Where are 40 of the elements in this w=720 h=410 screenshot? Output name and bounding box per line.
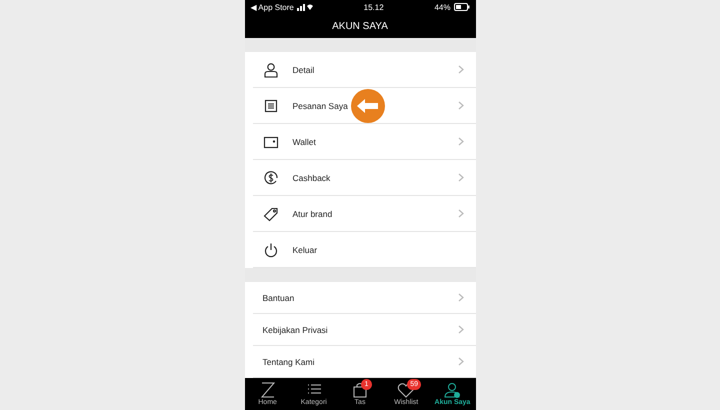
menu-label: Atur brand: [292, 208, 334, 218]
chevron-icon: [458, 357, 464, 366]
menu-item[interactable]: Wallet: [252, 124, 476, 160]
menu-item[interactable]: Keluar: [252, 232, 476, 268]
person-icon: [262, 62, 278, 78]
menu-label: Bantuan: [262, 292, 296, 302]
document-icon: [262, 98, 278, 114]
menu-item[interactable]: Atur brand: [252, 196, 476, 232]
menu-label: Detail: [292, 64, 316, 74]
arrow-pointer-icon: [350, 89, 384, 123]
menu-item[interactable]: Cashback: [252, 160, 476, 196]
menu-label: Tentang Kami: [262, 356, 316, 366]
battery-icon: [454, 3, 470, 11]
chevron-icon: [458, 101, 464, 110]
chevron-icon: [458, 209, 464, 218]
menu-label: Cashback: [292, 172, 332, 182]
chevron-icon: [458, 137, 464, 146]
bag-icon: [351, 382, 369, 398]
battery-percent: 44%: [434, 2, 450, 12]
status-time: 15.12: [362, 2, 385, 12]
signal-icon: [296, 3, 313, 11]
tag-icon: [262, 206, 278, 222]
menu-item[interactable]: Detail: [252, 52, 476, 88]
dollar-icon: [262, 170, 278, 186]
power-icon: [262, 242, 278, 258]
carrier-label: ◀ App Store: [250, 2, 294, 12]
menu-item[interactable]: Pesanan Saya: [252, 88, 476, 124]
menu-item[interactable]: Bantuan: [252, 282, 476, 314]
chevron-icon: [458, 173, 464, 182]
person-icon: [443, 382, 462, 398]
menu-item[interactable]: Kebijakan Privasi: [252, 314, 476, 346]
z-logo-icon: [258, 382, 277, 398]
page-title: AKUN SAYA: [332, 20, 388, 32]
menu-label: Wallet: [292, 136, 317, 146]
menu-label: Pesanan Saya: [292, 100, 349, 110]
chevron-icon: [458, 325, 464, 334]
menu-label: Kebijakan Privasi: [262, 324, 329, 334]
chevron-icon: [458, 293, 464, 302]
menu-label: Keluar: [292, 244, 318, 254]
chevron-icon: [458, 65, 464, 74]
